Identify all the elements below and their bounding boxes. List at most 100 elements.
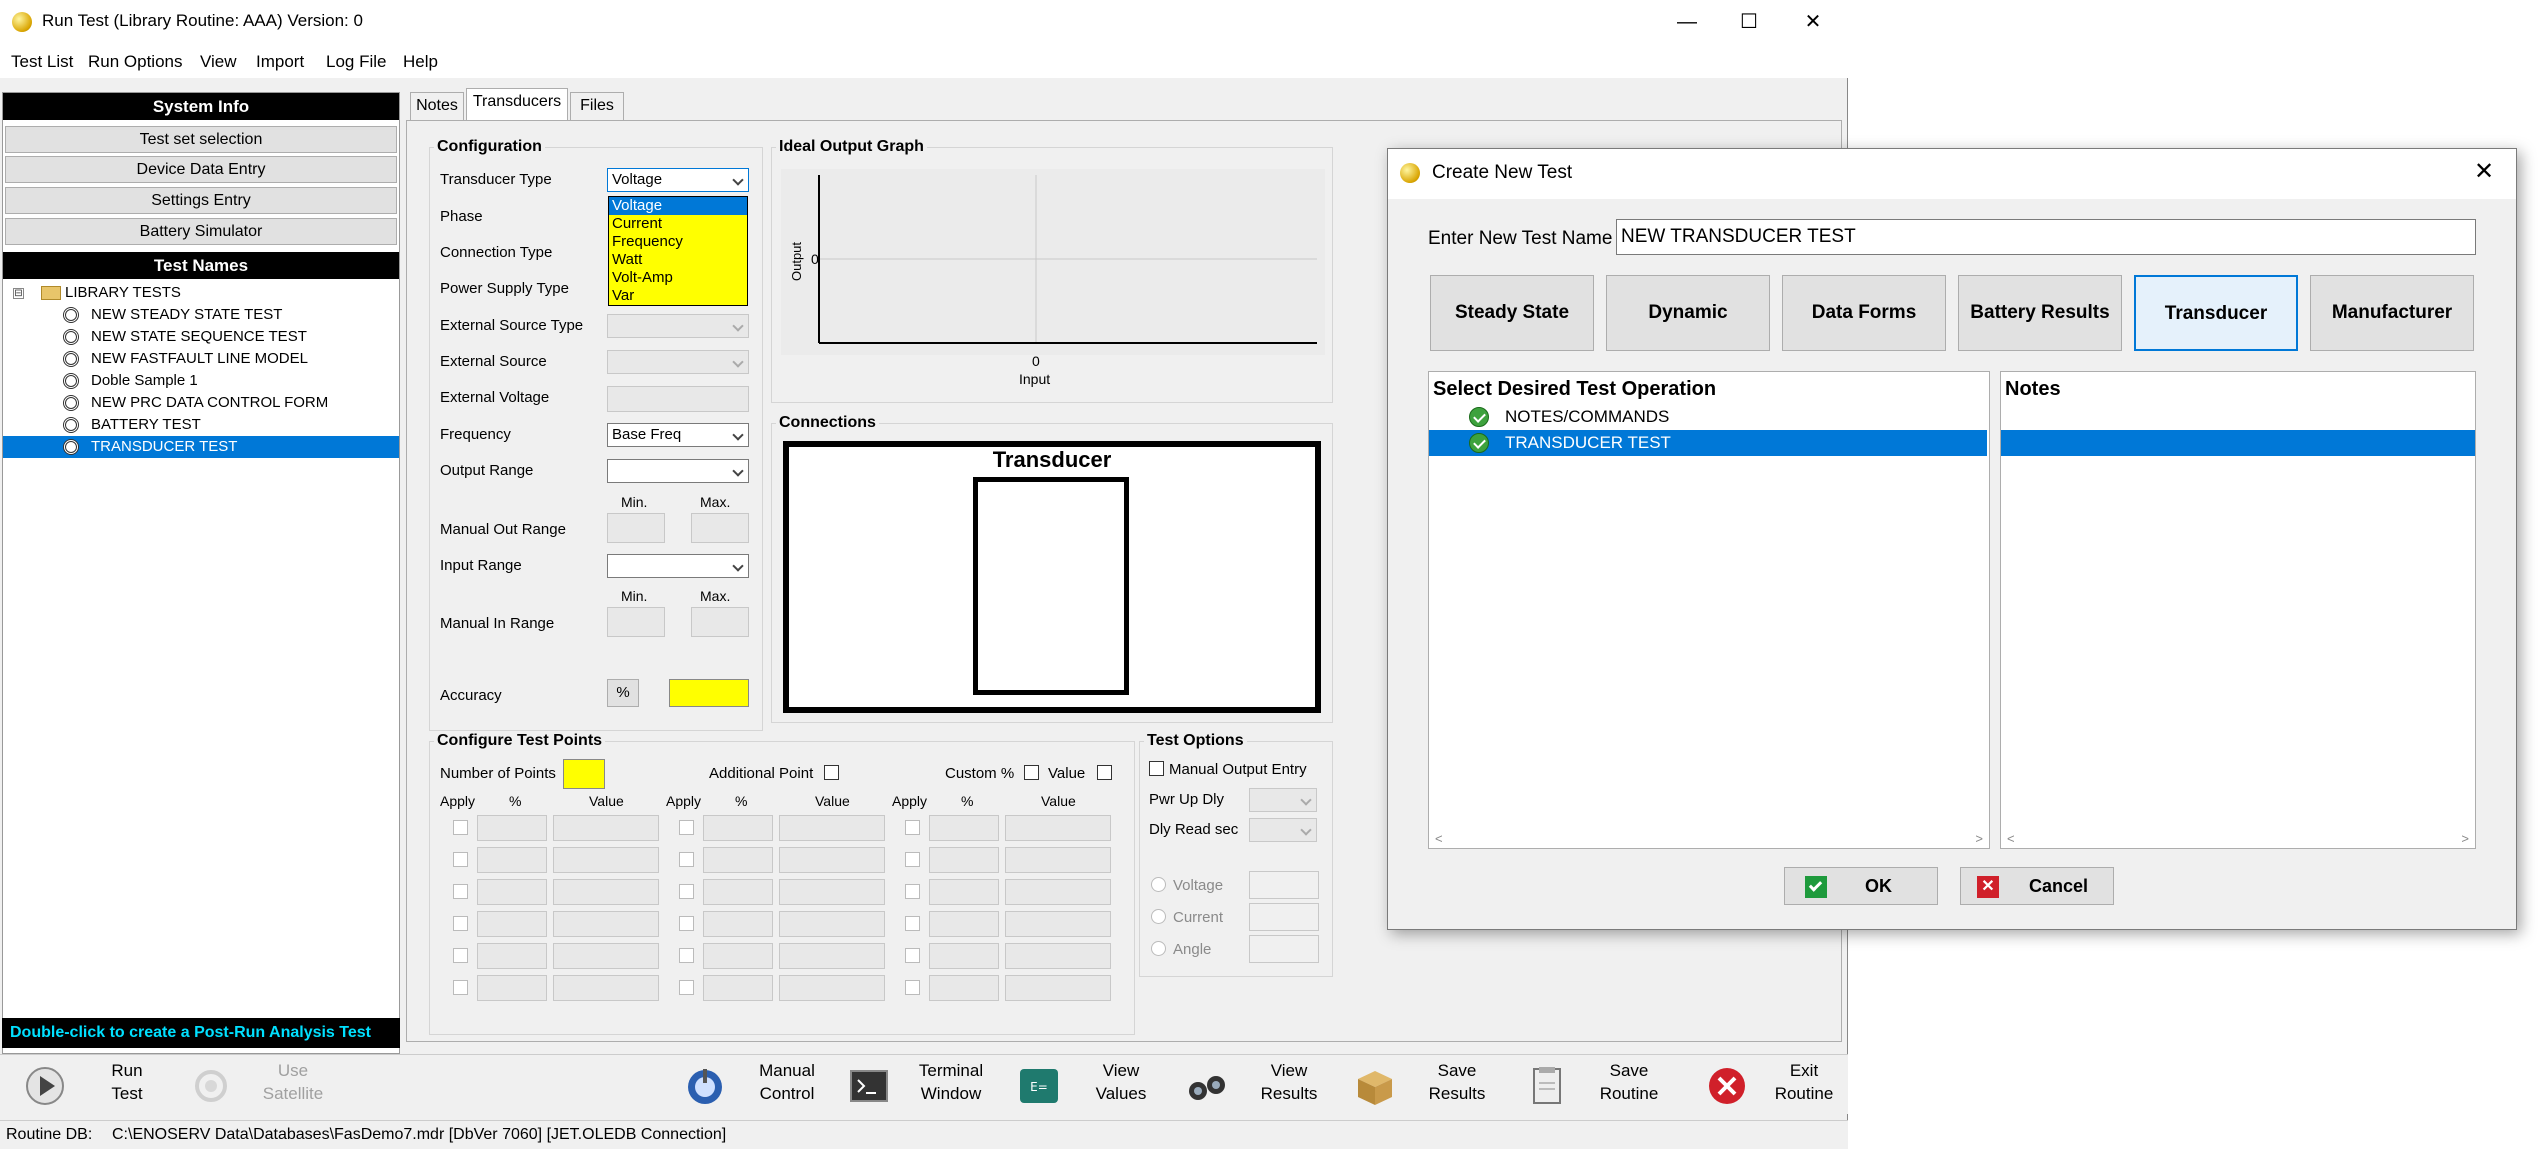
manual-out-max-field[interactable] xyxy=(691,513,749,543)
pct-field[interactable] xyxy=(477,847,547,873)
apply-checkbox[interactable] xyxy=(679,852,694,867)
pct-field[interactable] xyxy=(703,847,773,873)
apply-checkbox[interactable] xyxy=(905,948,920,963)
pct-field[interactable] xyxy=(477,879,547,905)
dropdown-option-volt-amp[interactable]: Volt-Amp xyxy=(609,269,747,287)
pct-field[interactable] xyxy=(703,911,773,937)
save-routine-button[interactable]: Save Routine xyxy=(1526,1055,1676,1115)
pct-field[interactable] xyxy=(477,911,547,937)
dialog-close-icon[interactable]: ✕ xyxy=(2474,157,2494,186)
operation-item-selected[interactable]: TRANSDUCER TEST xyxy=(1429,430,1987,456)
menu-test-list[interactable]: Test List xyxy=(11,52,73,72)
apply-checkbox[interactable] xyxy=(905,884,920,899)
battery-simulator-button[interactable]: Battery Simulator xyxy=(5,218,397,245)
ok-button[interactable]: OK xyxy=(1784,867,1938,905)
pct-field[interactable] xyxy=(929,847,999,873)
menu-log-file[interactable]: Log File xyxy=(326,52,386,72)
dropdown-option-voltage[interactable]: Voltage xyxy=(609,197,747,215)
scroll-left-icon[interactable]: < xyxy=(1435,831,1443,846)
value-field[interactable] xyxy=(779,879,885,905)
apply-checkbox[interactable] xyxy=(679,948,694,963)
manual-out-min-field[interactable] xyxy=(607,513,665,543)
test-set-selection-button[interactable]: Test set selection xyxy=(5,126,397,153)
apply-checkbox[interactable] xyxy=(905,980,920,995)
collapse-icon[interactable]: ⊟ xyxy=(13,288,24,299)
terminal-window-button[interactable]: Terminal Window xyxy=(848,1055,998,1115)
value-field[interactable] xyxy=(553,911,659,937)
value-field[interactable] xyxy=(1005,815,1111,841)
view-results-button[interactable]: View Results xyxy=(1186,1055,1336,1115)
value-field[interactable] xyxy=(553,879,659,905)
manual-output-entry-checkbox[interactable] xyxy=(1149,761,1164,776)
apply-checkbox[interactable] xyxy=(905,852,920,867)
value-field[interactable] xyxy=(779,943,885,969)
value-field[interactable] xyxy=(1005,879,1111,905)
minimize-button[interactable]: — xyxy=(1656,0,1718,44)
input-range-select[interactable] xyxy=(607,554,749,578)
value-field[interactable] xyxy=(553,815,659,841)
manual-in-max-field[interactable] xyxy=(691,607,749,637)
apply-checkbox[interactable] xyxy=(453,916,468,931)
apply-checkbox[interactable] xyxy=(679,980,694,995)
custom-pct-checkbox[interactable] xyxy=(1024,765,1039,780)
category-dynamic[interactable]: Dynamic xyxy=(1606,275,1770,351)
number-of-points-field[interactable] xyxy=(563,759,605,789)
manual-control-button[interactable]: Manual Control xyxy=(684,1055,834,1115)
menu-run-options[interactable]: Run Options xyxy=(88,52,183,72)
use-satellite-button[interactable]: Use Satellite xyxy=(190,1055,340,1115)
pct-field[interactable] xyxy=(929,879,999,905)
operation-hscroll[interactable]: < > xyxy=(1429,830,1989,848)
voltage-radio[interactable] xyxy=(1151,877,1166,892)
view-values-button[interactable]: E= View Values xyxy=(1018,1055,1168,1115)
dropdown-option-watt[interactable]: Watt xyxy=(609,251,747,269)
pct-field[interactable] xyxy=(477,815,547,841)
value-field[interactable] xyxy=(553,943,659,969)
external-source-type-select[interactable] xyxy=(607,314,749,338)
menu-view[interactable]: View xyxy=(200,52,237,72)
tab-notes[interactable]: Notes xyxy=(410,92,464,120)
category-manufacturer[interactable]: Manufacturer xyxy=(2310,275,2474,351)
tree-item-test-selected[interactable]: TRANSDUCER TEST xyxy=(3,436,399,458)
settings-entry-button[interactable]: Settings Entry xyxy=(5,187,397,214)
external-voltage-field[interactable] xyxy=(607,386,749,412)
apply-checkbox[interactable] xyxy=(679,884,694,899)
tree-item-test[interactable]: NEW STATE SEQUENCE TEST xyxy=(3,326,399,348)
pct-field[interactable] xyxy=(477,975,547,1001)
transducer-type-select[interactable]: Voltage xyxy=(607,168,749,192)
category-transducer[interactable]: Transducer xyxy=(2134,275,2298,351)
value-field[interactable] xyxy=(553,847,659,873)
apply-checkbox[interactable] xyxy=(453,820,468,835)
category-data-forms[interactable]: Data Forms xyxy=(1782,275,1946,351)
category-steady-state[interactable]: Steady State xyxy=(1430,275,1594,351)
additional-point-checkbox[interactable] xyxy=(824,765,839,780)
tree-item-test[interactable]: NEW STEADY STATE TEST xyxy=(3,304,399,326)
value-field[interactable] xyxy=(779,847,885,873)
apply-checkbox[interactable] xyxy=(905,820,920,835)
run-test-button[interactable]: Run Test xyxy=(24,1055,174,1115)
voltage-field[interactable] xyxy=(1249,871,1319,899)
tree-item-test[interactable]: NEW PRC DATA CONTROL FORM xyxy=(3,392,399,414)
tab-files[interactable]: Files xyxy=(570,92,624,120)
pct-field[interactable] xyxy=(703,815,773,841)
dropdown-option-current[interactable]: Current xyxy=(609,215,747,233)
tree-item-test[interactable]: Doble Sample 1 xyxy=(3,370,399,392)
apply-checkbox[interactable] xyxy=(679,916,694,931)
menu-help[interactable]: Help xyxy=(403,52,438,72)
dropdown-option-frequency[interactable]: Frequency xyxy=(609,233,747,251)
scroll-right-icon[interactable]: > xyxy=(1975,831,1983,846)
value-field[interactable] xyxy=(1005,975,1111,1001)
pct-field[interactable] xyxy=(929,975,999,1001)
value-field[interactable] xyxy=(1005,911,1111,937)
manual-in-min-field[interactable] xyxy=(607,607,665,637)
output-range-select[interactable] xyxy=(607,459,749,483)
apply-checkbox[interactable] xyxy=(453,980,468,995)
value-field[interactable] xyxy=(779,815,885,841)
accuracy-unit-button[interactable]: % xyxy=(607,679,639,707)
pct-field[interactable] xyxy=(477,943,547,969)
value-field[interactable] xyxy=(1005,943,1111,969)
accuracy-field[interactable] xyxy=(669,679,749,707)
menu-import[interactable]: Import xyxy=(256,52,304,72)
device-data-entry-button[interactable]: Device Data Entry xyxy=(5,156,397,183)
angle-radio[interactable] xyxy=(1151,941,1166,956)
apply-checkbox[interactable] xyxy=(453,852,468,867)
